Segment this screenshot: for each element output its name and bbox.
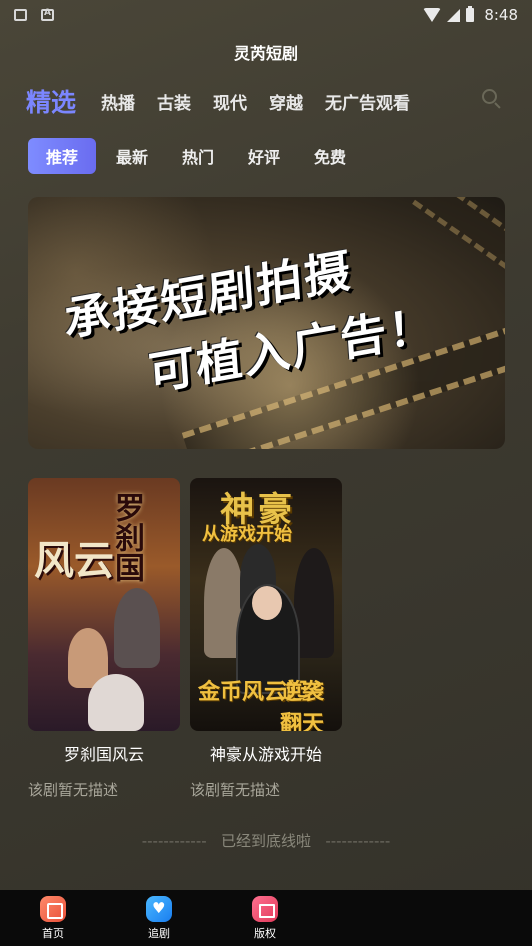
subtab-recommended[interactable]: 推荐: [28, 138, 96, 174]
drama-description: 该剧暂无描述: [190, 781, 281, 799]
promo-banner[interactable]: 承接短剧拍摄 可植入广告！: [28, 197, 505, 449]
nav-copyright[interactable]: 版权: [212, 890, 318, 946]
drama-title[interactable]: 神豪从游戏开始: [190, 741, 342, 765]
nav-label: 首页: [42, 927, 64, 940]
battery-icon: [466, 6, 475, 22]
tab-costume[interactable]: 古装: [157, 89, 191, 114]
nav-label: 追剧: [148, 927, 170, 940]
nav-label: 版权: [254, 927, 276, 940]
subtab-latest[interactable]: 最新: [116, 144, 148, 168]
app-title: 灵芮短剧: [233, 44, 298, 63]
tab-hot[interactable]: 热播: [101, 89, 135, 114]
subtab-free[interactable]: 免费: [314, 144, 346, 168]
end-of-list-message: ------------ 已经到底线啦 ------------: [141, 832, 391, 850]
drama-description: 该剧暂无描述: [28, 781, 119, 799]
mail-icon: [14, 9, 27, 21]
search-icon[interactable]: [482, 89, 502, 109]
tab-modern[interactable]: 现代: [213, 89, 247, 114]
tab-time-travel[interactable]: 穿越: [269, 89, 303, 114]
drama-card[interactable]: 风云 罗刹国 罗刹国风云 该剧暂无描述: [28, 478, 180, 800]
category-tabs: 精选 热播 古装 现代 穿越 无广告观看: [26, 84, 506, 118]
drama-card[interactable]: 神豪 从游戏开始 金币风云起 逆袭翻天 神豪从游戏开始 该剧暂无描述: [190, 478, 342, 800]
status-bar: 8:48: [0, 0, 532, 30]
status-time: 8:48: [484, 6, 518, 24]
subtab-top-rated[interactable]: 好评: [248, 144, 280, 168]
signal-icon: [447, 8, 461, 22]
a-app-icon: [41, 8, 54, 21]
drama-poster[interactable]: 风云 罗刹国: [28, 478, 180, 731]
poster-title-art: 罗刹国: [109, 492, 144, 582]
subtab-popular[interactable]: 热门: [182, 144, 214, 168]
wifi-icon: [423, 8, 442, 22]
heart-icon: [146, 896, 172, 922]
home-icon: [40, 896, 66, 922]
poster-tagline: 逆袭翻天: [280, 680, 325, 731]
drama-poster[interactable]: 神豪 从游戏开始 金币风云起 逆袭翻天: [190, 478, 342, 731]
drama-title[interactable]: 罗刹国风云: [28, 741, 180, 765]
tab-featured[interactable]: 精选: [26, 83, 76, 119]
sub-tabs: 推荐 最新 热门 好评 免费: [28, 138, 380, 174]
bottom-nav: 首页 追剧 版权: [0, 890, 532, 946]
tab-ad-free[interactable]: 无广告观看: [325, 89, 410, 114]
nav-home[interactable]: 首页: [0, 890, 106, 946]
nav-follow[interactable]: 追剧: [106, 890, 212, 946]
poster-title-art: 风云: [34, 538, 114, 584]
copyright-icon: [252, 896, 278, 922]
poster-title-art: 从游戏开始: [202, 524, 292, 545]
